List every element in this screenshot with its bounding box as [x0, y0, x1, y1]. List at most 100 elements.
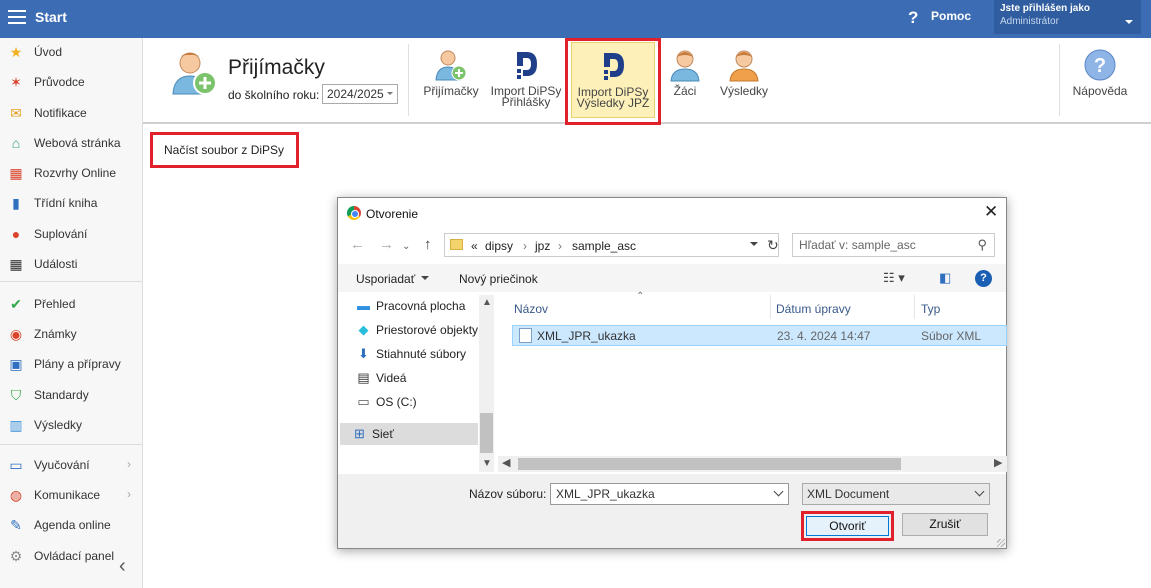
toolbar-divider — [1059, 44, 1060, 116]
prijimacky-button[interactable]: Přijímačky — [419, 42, 483, 97]
add-user-icon — [172, 52, 217, 95]
search-icon: ⚲ — [977, 237, 987, 252]
open-file-dialog: Otvorenie ✕ ← → ⌄ ↑ « dipsy › jpz › samp… — [337, 197, 1007, 549]
file-list-hscrollbar[interactable]: ◀ ▶ — [498, 456, 1007, 472]
shield-icon: ⛉ — [10, 387, 22, 403]
help-icon[interactable]: ? — [975, 270, 992, 287]
help-link[interactable]: Pomoc — [931, 9, 971, 23]
sidebar-item-label: Plány a přípravy — [34, 357, 121, 371]
chevron-right-icon: › — [127, 487, 131, 501]
breadcrumb-jpz[interactable]: jpz — [535, 239, 550, 253]
back-arrow-icon[interactable]: ← — [350, 236, 365, 253]
nav-item-desktop[interactable]: ▬ Pracovná plocha — [352, 295, 478, 317]
sidebar-item-komunikace[interactable]: ◍ Komunikace › — [0, 484, 142, 506]
nav-item-label: Videá — [376, 371, 407, 385]
zaci-button[interactable]: Žáci — [665, 42, 705, 97]
chrome-icon — [347, 206, 361, 220]
load-dipsy-file-button[interactable]: Načíst soubor z DiPSy — [150, 132, 299, 168]
sidebar-item-vyucovani[interactable]: ▭ Vyučování › — [0, 454, 142, 476]
sidebar-item-suplovani[interactable]: ● Suplování — [0, 223, 142, 245]
address-bar[interactable]: « dipsy › jpz › sample_asc ↻ — [444, 233, 779, 257]
resize-grip[interactable] — [997, 539, 1005, 547]
filetype-select[interactable]: XML Document — [802, 483, 990, 505]
sidebar-item-notifikace[interactable]: ✉ Notifikace — [0, 102, 142, 124]
up-arrow-icon[interactable]: ↑ — [424, 236, 432, 253]
file-name: XML_JPR_ukazka — [537, 329, 636, 343]
sort-indicator-icon: ⌃ — [636, 291, 645, 302]
chevron-down-icon[interactable] — [750, 242, 758, 250]
chevron-right-icon: › — [127, 457, 131, 471]
sidebar-item-webova-stranka[interactable]: ⌂ Webová stránka — [0, 132, 142, 154]
chevron-down-icon — [421, 276, 430, 284]
chevron-down-icon[interactable] — [773, 486, 784, 497]
help-icon[interactable]: ? — [908, 8, 918, 28]
start-link[interactable]: Start — [35, 9, 67, 25]
breadcrumb-sample-asc[interactable]: sample_asc — [572, 239, 636, 253]
sidebar-item-rozvrhy[interactable]: ▦ Rozvrhy Online — [0, 162, 142, 184]
preview-pane-icon[interactable]: ◧ — [939, 270, 951, 286]
wand-icon: ✶ — [10, 74, 22, 90]
column-header-date[interactable]: Dátum úpravy — [776, 302, 851, 316]
refresh-icon[interactable]: ↻ — [767, 237, 779, 254]
view-options-icon[interactable]: ☷ ▾ — [883, 270, 905, 286]
user-role: Administrátor — [1000, 16, 1059, 27]
new-folder-button[interactable]: Nový priečinok — [459, 272, 538, 286]
sidebar-item-znamky[interactable]: ◉ Známky — [0, 323, 142, 345]
user-menu[interactable]: Jste přihlášen jako Administrátor — [994, 0, 1141, 34]
napoveda-button[interactable]: ? Nápověda — [1068, 42, 1132, 97]
import-prihlasky-button[interactable]: Import DiPSy Přihlášky — [489, 42, 563, 108]
sidebar-item-pruvodce[interactable]: ✶ Průvodce — [0, 71, 142, 93]
vysledky-button[interactable]: Výsledky — [715, 42, 773, 97]
sidebar-item-standardy[interactable]: ⛉ Standardy — [0, 384, 142, 406]
breadcrumb-dipsy[interactable]: dipsy — [485, 239, 513, 253]
sidebar-item-label: Agenda online — [34, 518, 111, 532]
desktop-icon: ▬ — [357, 298, 370, 313]
nav-item-videos[interactable]: ▤ Videá — [352, 367, 478, 389]
open-button[interactable]: Otvoriť — [806, 516, 889, 536]
cube-icon: ◆ — [358, 322, 369, 337]
sidebar-item-tridni-kniha[interactable]: ▮ Třídní kniha — [0, 192, 142, 214]
cancel-button[interactable]: Zrušiť — [902, 513, 988, 536]
scroll-thumb[interactable] — [518, 458, 901, 470]
nav-item-downloads[interactable]: ⬇ Stiahnuté súbory — [352, 343, 478, 365]
nav-item-3d-objects[interactable]: ◆ Priestorové objekty — [352, 319, 479, 341]
forward-arrow-icon[interactable]: → — [379, 236, 394, 253]
column-divider[interactable] — [770, 295, 771, 319]
barchart-icon: ▥ — [9, 417, 23, 433]
history-dropdown-icon[interactable]: ⌄ — [402, 241, 410, 252]
nav-scrollbar[interactable]: ▲ ▼ — [479, 295, 494, 472]
school-year-select[interactable]: 2024/2025 — [322, 84, 398, 104]
organize-label: Usporiadať — [356, 272, 416, 286]
xml-file-icon — [519, 328, 532, 343]
scroll-right-icon[interactable]: ▶ — [994, 456, 1002, 469]
sidebar-item-plany[interactable]: ▣ Plány a přípravy — [0, 353, 142, 375]
organize-menu[interactable]: Usporiadať — [356, 272, 430, 286]
column-header-name[interactable]: Názov — [514, 302, 548, 316]
briefcase-icon: ▣ — [9, 356, 23, 372]
sidebar-item-agenda[interactable]: ✎ Agenda online — [0, 514, 142, 536]
column-header-type[interactable]: Typ — [921, 302, 940, 316]
dialog-title: Otvorenie — [366, 207, 419, 221]
sidebar-item-label: Třídní kniha — [34, 196, 98, 210]
sidebar-item-udalosti[interactable]: ▦ Události — [0, 253, 142, 275]
nav-item-network[interactable]: ⊞ Sieť — [340, 423, 478, 445]
scroll-left-icon[interactable]: ◀ — [502, 456, 510, 469]
nav-item-drive-c[interactable]: ▭ OS (C:) — [352, 391, 478, 413]
scroll-up-icon[interactable]: ▲ — [482, 297, 492, 308]
filename-input[interactable]: XML_JPR_ukazka — [550, 483, 789, 505]
scroll-thumb[interactable] — [480, 413, 493, 453]
file-row[interactable]: XML_JPR_ukazka 23. 4. 2024 14:47 Súbor X… — [512, 325, 1007, 346]
scroll-down-icon[interactable]: ▼ — [482, 458, 492, 469]
search-input[interactable]: Hľadať v: sample_asc ⚲ — [792, 233, 995, 257]
sidebar-item-vysledky[interactable]: ▥ Výsledky — [0, 414, 142, 436]
close-icon[interactable]: ✕ — [984, 202, 998, 222]
collapse-sidebar-icon[interactable]: ‹ — [119, 555, 126, 578]
sidebar-item-label: Události — [34, 257, 78, 271]
import-vysledky-button[interactable]: Import DiPSy Výsledky JPZ — [571, 42, 655, 118]
sidebar-item-uvod[interactable]: ★ Úvod — [0, 41, 142, 63]
menu-icon[interactable] — [8, 10, 26, 24]
column-divider[interactable] — [914, 295, 915, 319]
breadcrumb-overflow[interactable]: « — [471, 239, 478, 253]
svg-text:?: ? — [1094, 55, 1106, 77]
sidebar-item-prehled[interactable]: ✔ Přehled — [0, 293, 142, 315]
